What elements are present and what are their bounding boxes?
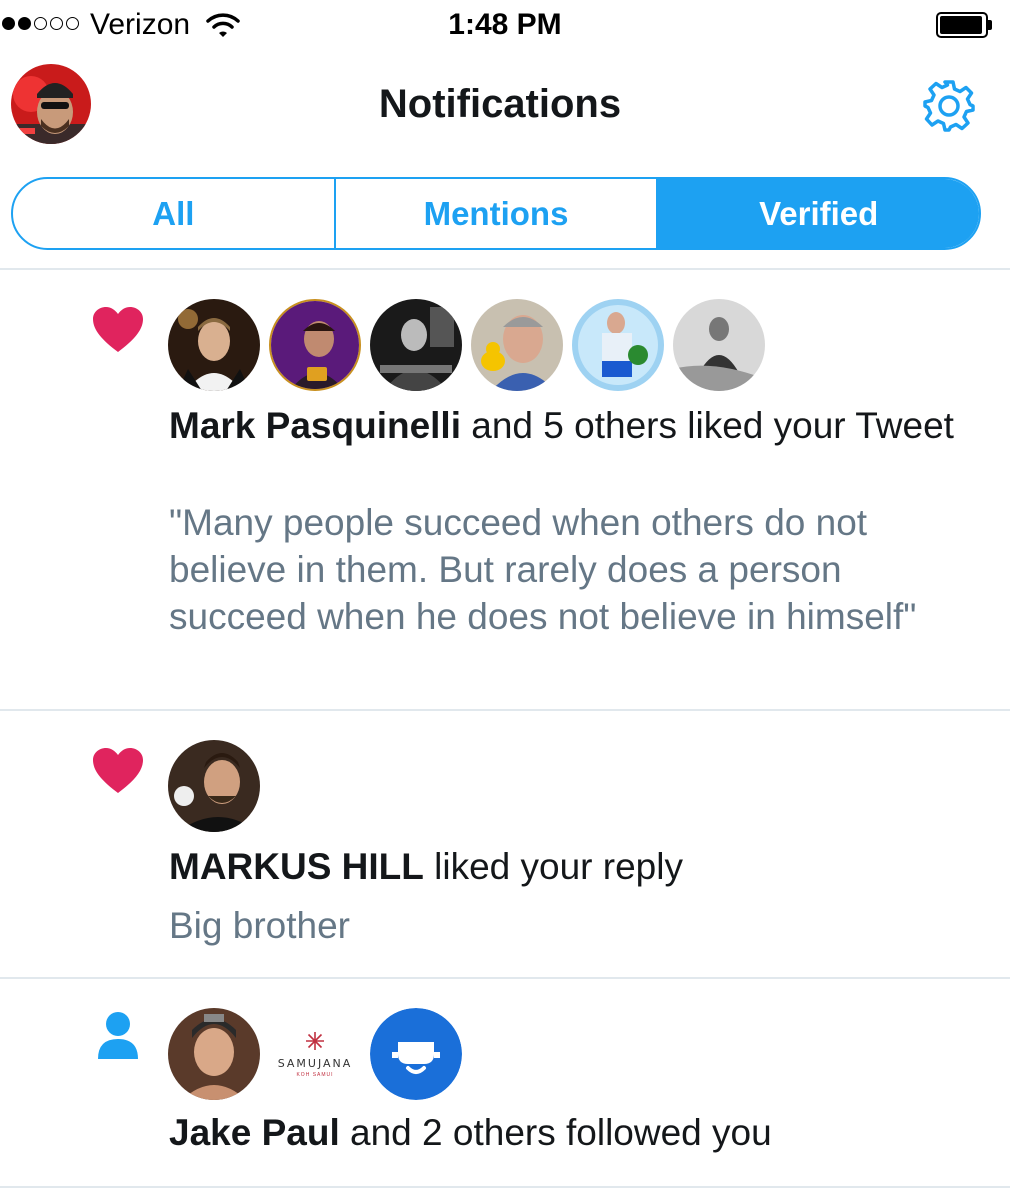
notification-item[interactable]: Mark Pasquinelli and 5 others liked your… xyxy=(0,270,1010,710)
notification-action: liked your reply xyxy=(423,846,683,887)
notification-actor[interactable]: MARKUS HILL xyxy=(169,846,424,887)
avatar-group: SAMUJANA KOH SAMUI xyxy=(168,1008,462,1100)
page-title: Notifications xyxy=(378,82,622,126)
notification-text: Jake Paul and 2 others followed you xyxy=(169,1109,969,1156)
avatar[interactable] xyxy=(370,1008,462,1100)
avatar[interactable] xyxy=(471,299,563,391)
logo-subtext: KOH SAMUI xyxy=(296,1071,334,1078)
gear-icon[interactable] xyxy=(920,77,978,135)
status-bar: Verizon 1:48 PM xyxy=(0,0,1010,52)
clock: 1:48 PM xyxy=(448,8,562,41)
avatar[interactable] xyxy=(168,740,260,832)
notification-content: Big brother xyxy=(169,905,350,946)
notification-item[interactable]: SAMUJANA KOH SAMUI Jake Paul and 2 other… xyxy=(0,979,1010,1200)
avatar[interactable] xyxy=(370,299,462,391)
battery-icon xyxy=(936,12,992,38)
avatar[interactable] xyxy=(572,299,664,391)
notification-actor[interactable]: Mark Pasquinelli xyxy=(169,405,461,446)
divider xyxy=(0,1186,1010,1188)
avatar[interactable] xyxy=(269,299,361,391)
tab-verified[interactable]: Verified xyxy=(656,179,979,248)
heart-icon xyxy=(92,306,144,359)
person-icon xyxy=(96,1011,140,1066)
notification-action: and 5 others liked your Tweet xyxy=(461,405,954,446)
tab-mentions[interactable]: Mentions xyxy=(333,179,657,248)
notification-text: Mark Pasquinelli and 5 others liked your… xyxy=(169,402,969,449)
logo-text: SAMUJANA xyxy=(277,1056,353,1070)
avatar[interactable] xyxy=(168,1008,260,1100)
notification-action: and 2 others followed you xyxy=(339,1112,772,1153)
avatar-group xyxy=(168,740,260,832)
notification-filter-tabs: All Mentions Verified xyxy=(11,177,981,250)
header: Notifications xyxy=(0,52,1010,162)
avatar[interactable] xyxy=(673,299,765,391)
heart-icon xyxy=(92,747,144,800)
avatar-group xyxy=(168,299,765,391)
notification-actor[interactable]: Jake Paul xyxy=(169,1112,340,1153)
notification-item[interactable]: MARKUS HILL liked your reply Big brother xyxy=(0,711,1010,977)
notification-content: "Many people succeed when others do not … xyxy=(169,502,917,637)
avatar[interactable] xyxy=(168,299,260,391)
notification-text: MARKUS HILL liked your reply xyxy=(169,843,969,890)
tab-all[interactable]: All xyxy=(13,179,334,248)
samujana-logo[interactable]: SAMUJANA KOH SAMUI xyxy=(269,1008,361,1100)
